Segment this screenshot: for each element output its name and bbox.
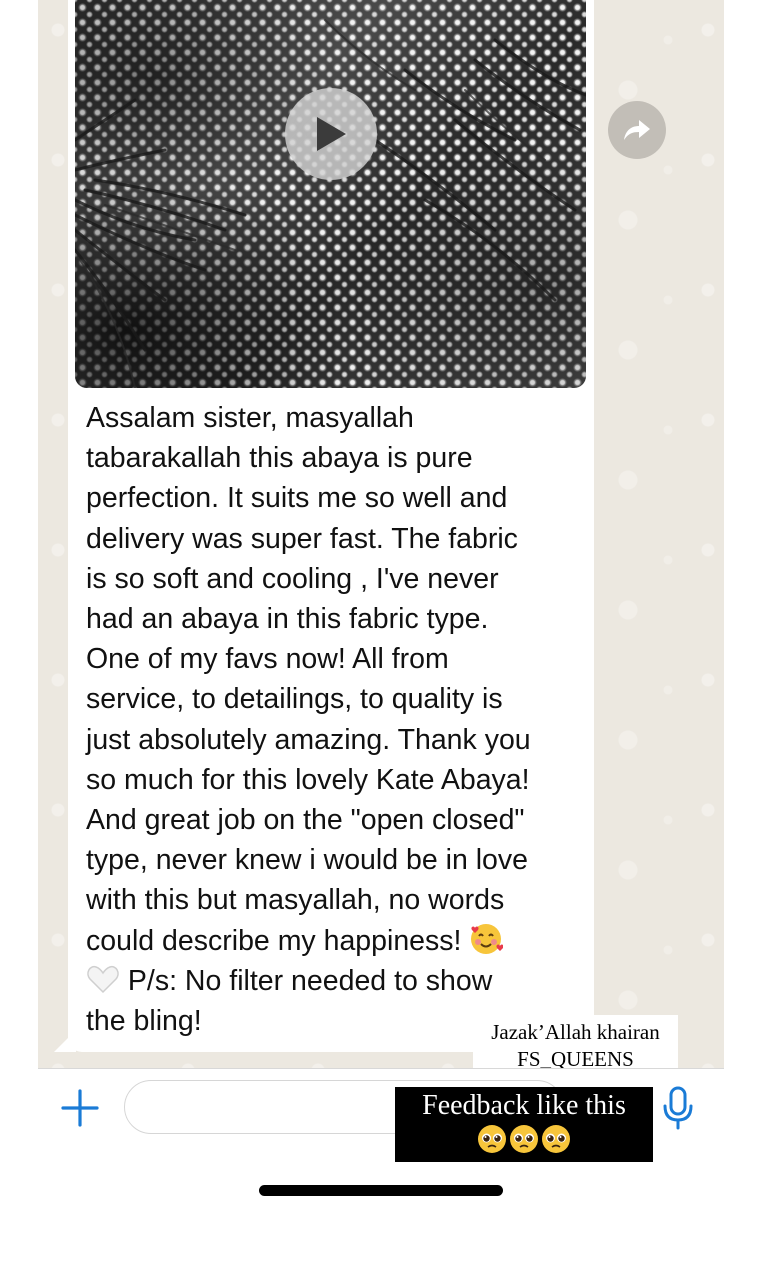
microphone-icon[interactable] [662,1086,694,1130]
feather-trim-graphic [75,19,586,388]
forward-button[interactable] [608,101,666,159]
play-button[interactable] [285,88,377,180]
thanks-line-1: Jazak’Allah khairan [491,1020,660,1044]
input-divider [38,1068,724,1069]
video-thumbnail[interactable] [75,0,586,388]
message-body: Assalam sister, masyallah tabarakallah t… [86,402,531,957]
message-text: Assalam sister, masyallah tabarakallah t… [86,398,586,1041]
forward-arrow-icon [624,120,650,140]
feedback-text: Feedback like this [422,1090,626,1121]
pleading-emoji-row [395,1124,653,1154]
play-icon [317,117,346,151]
white-heart-icon [87,965,119,993]
home-indicator[interactable] [259,1185,503,1196]
smiling-face-with-hearts-icon [471,923,504,954]
pleading-face-icon [510,1125,538,1153]
thanks-overlay: Jazak’Allah khairan FS_QUEENS [473,1015,678,1073]
message-postscript: P/s: No filter needed to show the bling! [86,964,493,1038]
pleading-face-icon [542,1125,570,1153]
pleading-face-icon [478,1125,506,1153]
feedback-overlay: Feedback like this [395,1087,653,1162]
plus-icon[interactable] [60,1088,100,1128]
